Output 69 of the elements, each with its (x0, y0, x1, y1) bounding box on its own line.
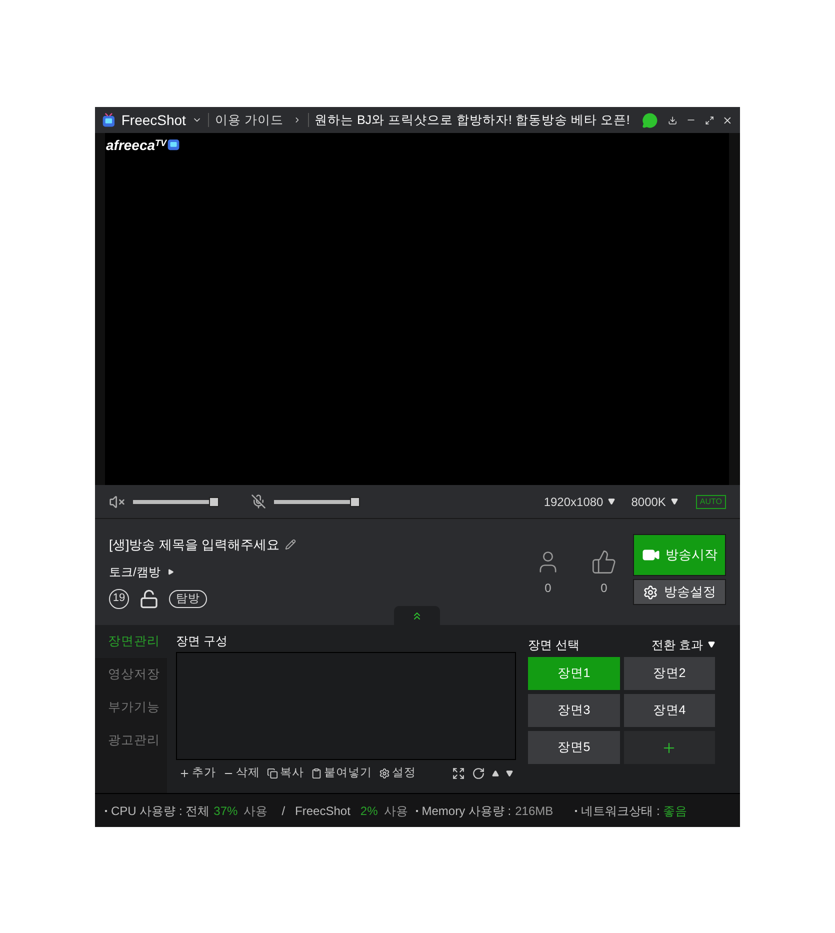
broadcast-title[interactable]: [생]방송 제목을 입력해주세요 (109, 535, 280, 554)
caret-icon (670, 498, 678, 505)
side-tab[interactable]: 광고관리 (95, 724, 167, 757)
tv-logo-icon (166, 137, 180, 151)
resolution-dropdown[interactable]: 1920x1080 (544, 492, 616, 510)
side-tab[interactable]: 부가기능 (95, 691, 167, 724)
network-label: 네트워크상태 : (581, 802, 660, 820)
toolbar-button[interactable]: 추가 (179, 765, 216, 782)
guide-link[interactable]: 이용 가이드 (214, 110, 284, 130)
section-title: 장면 선택 (528, 636, 580, 654)
toolbar-button[interactable]: 복사 (267, 765, 304, 782)
clipboard-icon (311, 768, 322, 780)
broadcast-settings-button[interactable]: 방송설정 (633, 579, 726, 605)
cpu-unit: 사용 (244, 802, 268, 820)
scene-button[interactable]: 장면1 (528, 657, 620, 690)
caret-icon (608, 498, 616, 505)
tv-logo-icon (102, 112, 116, 128)
settings-icon (379, 768, 390, 780)
marquee-text[interactable]: 원하는 BJ와 프릭샷으로 합방하자! 합동방송 베타 오픈! (314, 110, 630, 130)
side-tab[interactable]: 장면관리 (95, 625, 167, 658)
memory-usage: 216MB (515, 802, 554, 820)
cpu-label: CPU 사용량 : 전체 (111, 802, 210, 820)
scene-button[interactable]: 장면4 (624, 694, 715, 727)
mic-volume-slider[interactable] (274, 496, 360, 508)
up-count: 0 (600, 580, 608, 597)
section-title: 장면 구성 (176, 633, 228, 650)
category-text[interactable]: 토크/캠방 (109, 562, 160, 580)
rotate-icon[interactable] (472, 767, 485, 780)
app-name: FreecShot (121, 110, 186, 130)
toolbar-button[interactable]: 붙여넣기 (311, 765, 372, 782)
maximize-icon[interactable] (704, 114, 714, 126)
toolbar-button[interactable]: 삭제 (223, 765, 260, 782)
unlocked-icon[interactable] (139, 588, 159, 608)
age-badge[interactable]: 19 (109, 588, 129, 608)
toolbar-button[interactable]: 설정 (379, 765, 416, 782)
auto-button[interactable]: AUTO (696, 494, 726, 508)
afreeca-logo: afreeca$^{TV}$ (106, 137, 167, 153)
start-broadcast-button[interactable]: 방송시작 (633, 534, 726, 576)
app-label: FreecShot (295, 802, 350, 820)
thumbs-up-icon (591, 549, 617, 575)
chat-icon[interactable] (642, 110, 658, 130)
bitrate-dropdown[interactable]: 8000K (631, 492, 678, 510)
side-tab[interactable]: 영상저장 (95, 658, 167, 691)
app-cpu-usage: 2% (360, 802, 378, 820)
app-cpu-unit: 사용 (384, 802, 408, 820)
network-status: 좋음 (662, 802, 687, 820)
separator: / (282, 802, 286, 820)
tag-badge[interactable]: 탐방 (169, 590, 207, 608)
pencil-icon[interactable] (285, 539, 296, 550)
up-arrow-icon[interactable] (492, 770, 499, 778)
double-chevron-up-icon (411, 610, 423, 622)
memory-label: Memory 사용량 : (422, 802, 512, 820)
caret-icon[interactable] (168, 568, 174, 574)
download-icon[interactable] (668, 114, 677, 126)
settings-icon (643, 584, 658, 600)
mic-muted-icon[interactable] (251, 494, 266, 509)
plus-icon (179, 768, 190, 780)
fit-screen-icon[interactable] (452, 767, 465, 780)
scene-button[interactable]: 장면5 (528, 731, 620, 764)
viewer-count: 0 (544, 580, 552, 597)
cpu-usage: 37% (214, 802, 238, 820)
down-arrow-icon[interactable] (506, 770, 513, 778)
speaker-muted-icon[interactable] (109, 494, 125, 510)
speaker-volume-slider[interactable] (133, 496, 219, 508)
scene-button[interactable]: 장면3 (528, 694, 620, 727)
transition-dropdown[interactable]: 전환 효과 (652, 636, 715, 654)
scene-button[interactable]: 장면2 (624, 657, 715, 690)
caret-icon (708, 641, 715, 648)
copy-icon (267, 768, 278, 780)
